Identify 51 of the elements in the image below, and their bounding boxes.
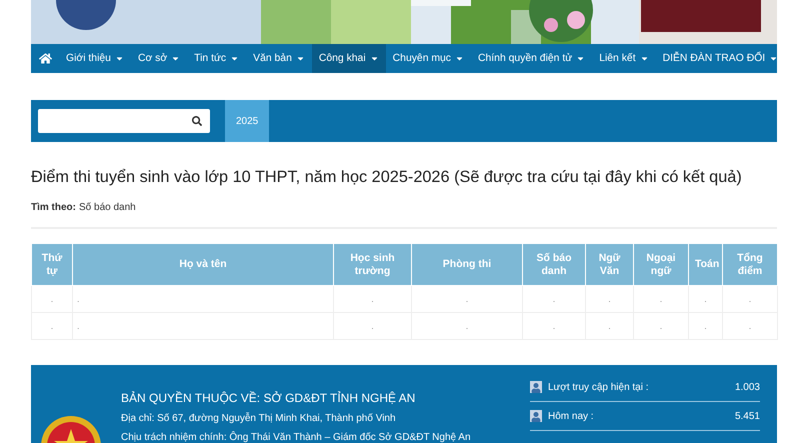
nav-item[interactable]: Chuyên mục (386, 44, 471, 73)
stat-label: Lượt truy cập hiện tại : (548, 382, 650, 392)
nav-item[interactable]: Cơ sở (130, 44, 188, 73)
table-cell: . (72, 286, 334, 312)
column-header: Phòng thi (412, 244, 522, 286)
nav-item[interactable]: Liên kết (592, 44, 656, 73)
copyright-heading: BẢN QUYỀN THUỘC VỀ: SỞ GD&ĐT TỈNH NGHỆ AN (121, 391, 416, 405)
user-icon (530, 410, 542, 422)
year-tab[interactable]: 2025 (225, 100, 270, 142)
table-cell: . (688, 286, 722, 312)
stat-value: 1.003 (734, 382, 760, 392)
nav-item[interactable]: Tin tức (187, 44, 246, 73)
stat-value: 5.451 (734, 410, 760, 422)
nav-item[interactable]: DIỄN ĐÀN TRAO ĐỔI (656, 44, 786, 73)
table-cell: . (32, 286, 72, 312)
column-header: Ngữ Văn (586, 244, 634, 286)
table-cell: . (412, 286, 522, 312)
column-header: Họ và tên (72, 244, 334, 286)
footer-text: Địa chỉ: Số 67, đường Nguyễn Thị Minh Khai, Thành phố Vinh (121, 413, 397, 424)
search-field[interactable] (38, 109, 210, 133)
nav-item[interactable]: Giới thiệu (59, 44, 131, 73)
page-title: Điểm thi tuyển sinh vào lớp 10 THPT, năm học 2025-2026 (Sẽ được tra cứu tại đây khi có kết quả) (31, 168, 743, 187)
nav-item[interactable]: Công khai (312, 44, 386, 73)
table-cell: . (688, 312, 722, 340)
table-cell: . (634, 286, 688, 312)
filter-value: Số báo danh (79, 202, 136, 213)
column-header: Toán (688, 244, 722, 286)
table-cell: . (412, 312, 522, 340)
search-icon[interactable] (192, 116, 202, 126)
table-cell: . (72, 312, 334, 340)
table-cell: . (522, 286, 586, 312)
column-header: Số báo danh (522, 244, 586, 286)
nav-item[interactable]: Chính quyền điện tử (471, 44, 592, 73)
table-cell: . (334, 286, 412, 312)
table-cell: . (586, 312, 634, 340)
table-cell: . (634, 312, 688, 340)
table-cell: . (722, 286, 778, 312)
column-header: Tổng điểm (722, 244, 778, 286)
table-cell: . (722, 312, 778, 340)
footer-text: Chịu trách nhiệm chính: Ông Thái Văn Thành – Giám đốc Sở GD&ĐT Nghệ An (121, 432, 471, 443)
column-header: Ngoại ngữ (634, 244, 688, 286)
table-cell: . (522, 312, 586, 340)
column-header: Thứ tự (32, 244, 72, 286)
table-cell: . (586, 286, 634, 312)
user-icon (530, 381, 542, 393)
table-cell: . (32, 312, 72, 340)
column-header: Học sinh trường (334, 244, 412, 286)
table-cell: . (334, 312, 412, 340)
filter-label: Tìm theo: (31, 202, 76, 213)
stat-label: Hôm nay : (548, 410, 595, 422)
nav-item[interactable]: Văn bản (246, 44, 312, 73)
